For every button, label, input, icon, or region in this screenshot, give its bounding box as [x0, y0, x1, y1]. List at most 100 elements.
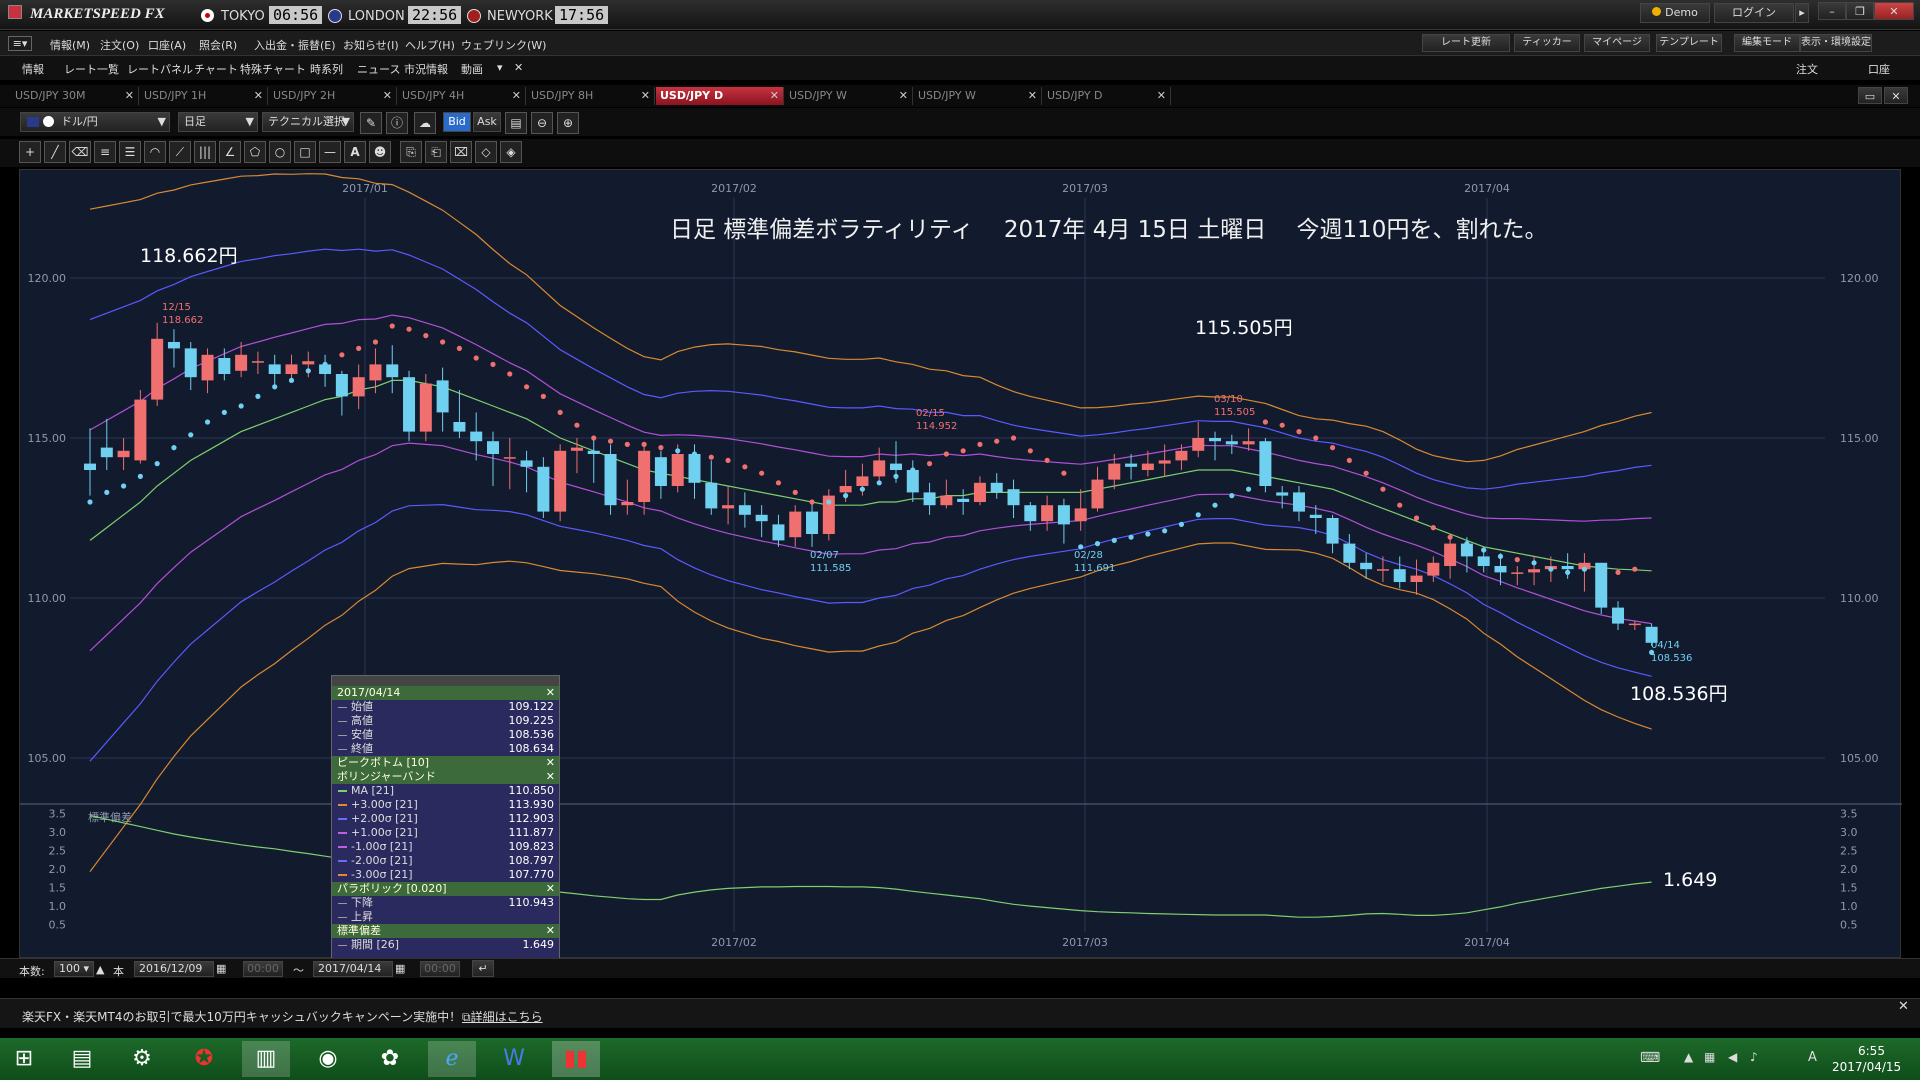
tab-8[interactable]: USD/JPY D ✕: [1043, 87, 1171, 105]
paint-icon[interactable]: ✿: [366, 1041, 414, 1077]
menu-right-item[interactable]: マイページ: [1584, 34, 1650, 52]
price-chart[interactable]: 120.00 120.00 115.00 115.00 110.00 110.00 105.…: [20, 170, 1902, 959]
satellite-icon[interactable]: ⚙: [118, 1041, 166, 1077]
ie-icon[interactable]: ℯ: [428, 1041, 476, 1077]
from-time-input[interactable]: 00:00: [243, 961, 283, 977]
zoom-in-icon[interactable]: ⊕: [557, 112, 579, 134]
ask-button[interactable]: Ask: [473, 112, 501, 132]
chart-area[interactable]: 120.00 120.00 115.00 115.00 110.00 110.00 105.…: [19, 169, 1902, 970]
network-icon[interactable]: ▦: [1704, 1050, 1715, 1064]
keyboard-icon[interactable]: ⌨: [1640, 1050, 1660, 1066]
circle-icon[interactable]: ○: [269, 141, 291, 163]
submenu-item[interactable]: 時系列: [310, 61, 343, 77]
minimize-button[interactable]: –: [1818, 2, 1846, 20]
info-panel-grip[interactable]: [332, 676, 559, 686]
chrome-icon[interactable]: ◉: [304, 1041, 352, 1077]
info-icon[interactable]: ⓘ: [386, 112, 408, 134]
banner-close-icon[interactable]: ✕: [1898, 999, 1909, 1014]
info-panel[interactable]: 2017/04/14 ✕ 始値 109.122 高値 109.225 安値 108.536 終…: [331, 675, 560, 970]
fibo-arc-icon[interactable]: ◠: [144, 141, 166, 163]
zoom-out-icon[interactable]: ⊖: [531, 112, 553, 134]
tab-close-icon[interactable]: ✕: [899, 87, 908, 105]
tab-close-icon[interactable]: ✕: [770, 87, 779, 105]
close-icon[interactable]: ✕: [546, 770, 555, 784]
windows-start-icon[interactable]: ⊞: [0, 1041, 48, 1077]
close-window-button[interactable]: ✕: [1874, 2, 1914, 20]
tray-up-icon[interactable]: ▲: [1684, 1050, 1693, 1064]
tab-4[interactable]: USD/JPY 8H ✕: [527, 87, 655, 105]
submenu-more-icon[interactable]: ▾: [497, 61, 503, 74]
hline-icon[interactable]: ≡: [94, 141, 116, 163]
submenu-close-icon[interactable]: ✕: [514, 61, 523, 74]
ime-indicator[interactable]: A: [1808, 1050, 1817, 1065]
tab-close-icon[interactable]: ✕: [512, 87, 521, 105]
count-up-icon[interactable]: ▲: [96, 963, 104, 976]
count-select[interactable]: 100 ▾: [54, 961, 94, 977]
pdf-icon[interactable]: ✪: [180, 1041, 228, 1077]
tab-close-icon[interactable]: ✕: [383, 87, 392, 105]
file-explorer-icon[interactable]: ▥: [242, 1041, 290, 1077]
submenu-item[interactable]: ニュース: [357, 61, 400, 77]
bid-button[interactable]: Bid: [443, 112, 471, 132]
menu-item[interactable]: 照会(R): [199, 37, 237, 53]
currency-pair-select[interactable]: ドル/円 ▼: [20, 112, 170, 132]
menu-right-item[interactable]: レート更新: [1422, 34, 1510, 52]
pentagon-icon[interactable]: ⬠: [244, 141, 266, 163]
submenu-right-item[interactable]: 注文: [1796, 61, 1818, 77]
submenu-item[interactable]: 情報: [22, 61, 44, 77]
tab-maximize-button[interactable]: ▭: [1858, 87, 1882, 104]
word-icon[interactable]: W: [490, 1041, 538, 1077]
reload-icon[interactable]: ↵: [472, 960, 494, 977]
tag-multi-icon[interactable]: ◈: [500, 141, 522, 163]
banner-link[interactable]: ⧉詳細はこちら: [462, 1008, 543, 1025]
submenu-item[interactable]: 特殊チャート: [240, 61, 306, 77]
icon-tool-icon[interactable]: ☻: [369, 141, 391, 163]
chart-style-icon[interactable]: ▤: [505, 112, 527, 134]
period-select[interactable]: 日足 ▼: [178, 112, 258, 132]
folder-icon[interactable]: ▤: [58, 1041, 106, 1077]
menu-item[interactable]: 注文(O): [100, 37, 139, 53]
close-icon[interactable]: ✕: [546, 924, 555, 938]
volume-icon[interactable]: ◀: [1728, 1050, 1737, 1064]
fan-icon[interactable]: ⟋: [169, 141, 191, 163]
delete-icon[interactable]: ⌧: [450, 141, 472, 163]
tab-0[interactable]: USD/JPY 30M ✕: [11, 87, 139, 105]
technical-select[interactable]: テクニカル選択 ▼: [262, 112, 354, 132]
demo-button[interactable]: Demo: [1640, 3, 1710, 23]
paste-icon[interactable]: ⎗: [425, 141, 447, 163]
close-icon[interactable]: ✕: [546, 882, 555, 896]
to-time-input[interactable]: 00:00: [420, 961, 460, 977]
tab-close-icon[interactable]: ✕: [1157, 87, 1166, 105]
pen-icon[interactable]: ✎: [360, 112, 382, 134]
menu-item[interactable]: ヘルプ(H): [405, 37, 455, 53]
menu-item[interactable]: 口座(A): [148, 37, 186, 53]
cloud-icon[interactable]: ☁: [414, 112, 436, 134]
rectangle-icon[interactable]: □: [294, 141, 316, 163]
submenu-item[interactable]: チャート: [194, 61, 238, 77]
from-date-input[interactable]: 2016/12/09: [134, 961, 214, 977]
eraser-icon[interactable]: ⌫: [69, 141, 91, 163]
login-arrow-icon[interactable]: ▸: [1795, 3, 1809, 23]
calendar-icon[interactable]: ▦: [216, 962, 226, 975]
menu-item[interactable]: 情報(M): [50, 37, 90, 53]
calendar-icon[interactable]: ▦: [395, 962, 405, 975]
menu-right-item[interactable]: ティッカー: [1514, 34, 1580, 52]
text-icon[interactable]: A: [344, 141, 366, 163]
vline-icon[interactable]: |||: [194, 141, 216, 163]
submenu-item[interactable]: レートパネル: [127, 61, 193, 77]
tab-close-icon[interactable]: ✕: [1028, 87, 1037, 105]
menu-right-item[interactable]: テンプレート: [1656, 34, 1722, 52]
to-date-input[interactable]: 2017/04/14: [313, 961, 393, 977]
tab-5[interactable]: USD/JPY D ✕: [656, 87, 784, 105]
tab-3[interactable]: USD/JPY 4H ✕: [398, 87, 526, 105]
menu-item[interactable]: 入出金・振替(E): [254, 37, 336, 53]
trendline-icon[interactable]: ╱: [44, 141, 66, 163]
crosshair-icon[interactable]: +: [19, 141, 41, 163]
submenu-item[interactable]: レート一覧: [64, 61, 119, 77]
close-icon[interactable]: ✕: [546, 756, 555, 770]
menu-item[interactable]: お知らせ(I): [343, 37, 399, 53]
menu-item[interactable]: ウェブリンク(W): [461, 37, 546, 53]
menu-right-item[interactable]: 編集モード: [1734, 34, 1800, 52]
tab-1[interactable]: USD/JPY 1H ✕: [140, 87, 268, 105]
close-icon[interactable]: ✕: [546, 686, 555, 700]
